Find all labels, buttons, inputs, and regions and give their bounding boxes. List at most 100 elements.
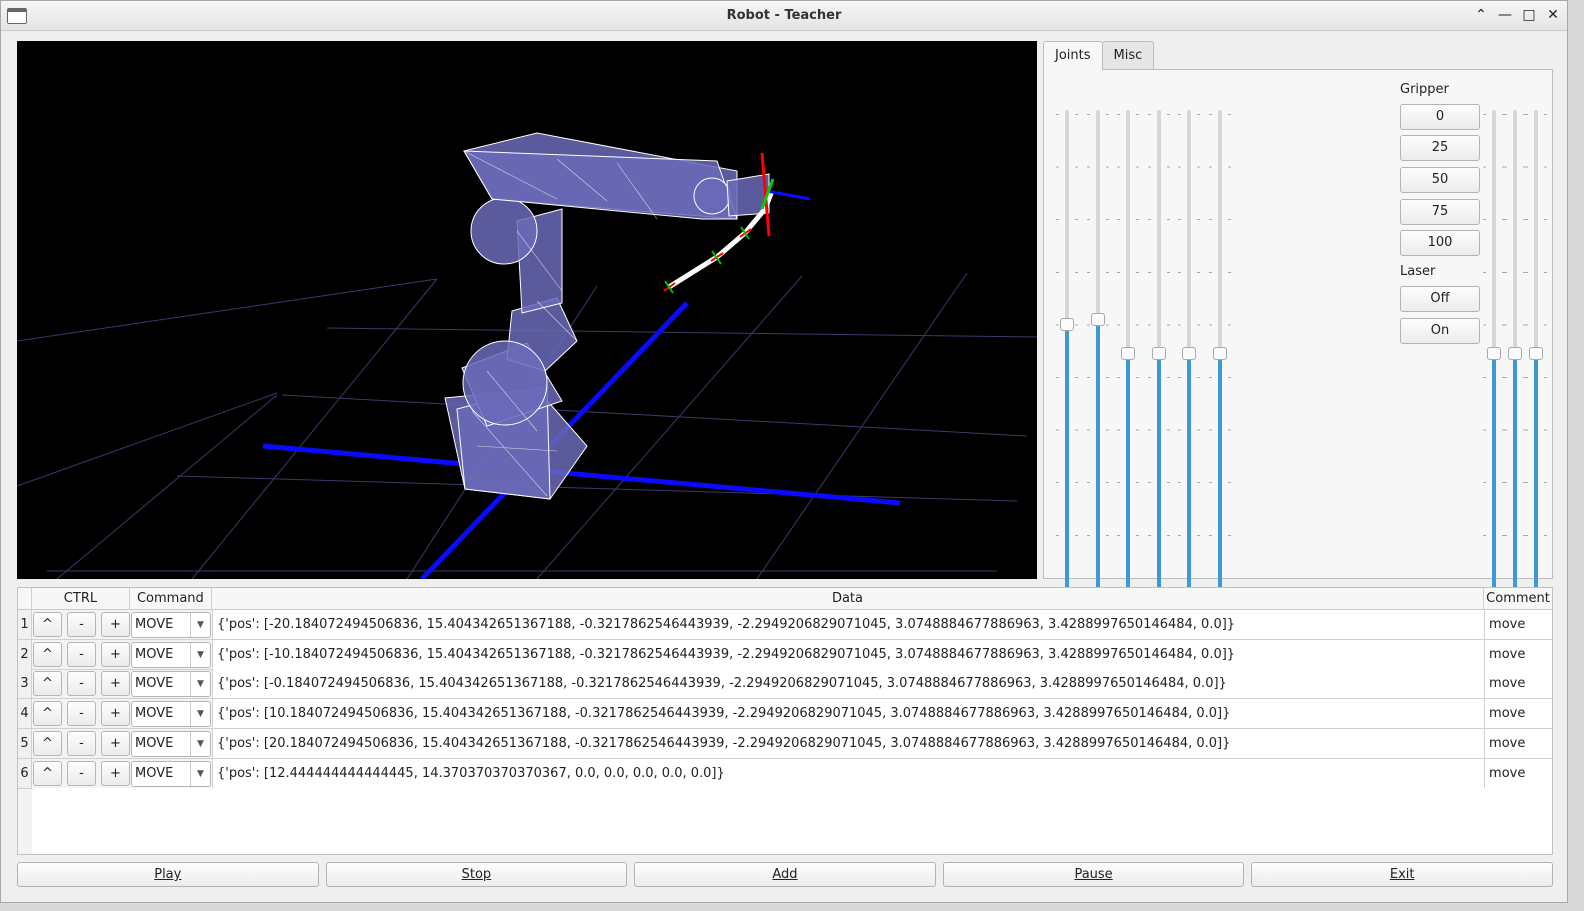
slider-handle[interactable]: [1508, 347, 1522, 360]
tab-misc[interactable]: Misc: [1101, 41, 1155, 69]
data-cell[interactable]: {'pos': [-10.184072494506836, 15.4043426…: [211, 639, 1485, 670]
command-select[interactable]: MOVE ▼: [130, 612, 211, 638]
slider-handle[interactable]: [1487, 347, 1501, 360]
insert-row-button[interactable]: +: [100, 730, 130, 756]
move-up-button[interactable]: ^: [32, 612, 62, 637]
chevron-down-icon[interactable]: ▼: [189, 642, 210, 667]
table-row[interactable]: 6 ^ - + MOVE ▼ {'pos': [12.444444444444445, 14…: [18, 758, 1552, 789]
maximize-icon[interactable]: □: [1521, 6, 1537, 24]
joint-slider-4[interactable]: [1147, 110, 1170, 596]
move-up-button[interactable]: ^: [32, 701, 62, 727]
command-select[interactable]: MOVE ▼: [130, 730, 211, 757]
comment-cell[interactable]: move: [1484, 610, 1552, 640]
minimize-icon[interactable]: —: [1497, 6, 1513, 24]
move-up-button[interactable]: ^: [32, 760, 62, 786]
close-icon[interactable]: ✕: [1545, 6, 1561, 24]
data-cell[interactable]: {'pos': [10.184072494506836, 15.40434265…: [211, 699, 1485, 730]
chevron-down-icon[interactable]: ▼: [189, 731, 210, 756]
aux-slider-1[interactable]: [1483, 110, 1505, 596]
tab-joints[interactable]: Joints: [1043, 41, 1103, 70]
table-row[interactable]: 5 ^ - + MOVE ▼ {'pos': [20.184072494506836, 15…: [18, 728, 1552, 759]
move-up-button[interactable]: ^: [32, 641, 62, 667]
comment-column-header[interactable]: Comment: [1484, 588, 1552, 610]
tool-z-axis: [766, 189, 811, 201]
chevron-down-icon[interactable]: ▼: [189, 613, 210, 637]
slider-fill: [1492, 353, 1496, 596]
command-select[interactable]: MOVE ▼: [130, 641, 211, 668]
row-ctrl-group: ^ - +: [31, 669, 130, 700]
add-button[interactable]: Add: [634, 862, 936, 887]
chevron-down-icon[interactable]: ▼: [189, 702, 210, 727]
pause-button[interactable]: Pause: [942, 862, 1245, 887]
slider-handle[interactable]: [1182, 347, 1197, 360]
slider-fill: [1095, 319, 1100, 596]
gripper-0-button[interactable]: 0: [1400, 104, 1480, 130]
chevron-down-icon[interactable]: ▼: [189, 672, 210, 697]
joint-slider-1[interactable]: [1056, 110, 1078, 596]
comment-cell[interactable]: move: [1484, 728, 1552, 759]
chevron-down-icon[interactable]: ▼: [189, 761, 210, 786]
data-cell[interactable]: {'pos': [20.184072494506836, 15.40434265…: [211, 728, 1485, 759]
joints-tab-content: Gripper 0 25 50 75 100 Laser Off On: [1043, 69, 1553, 596]
exit-button[interactable]: Exit: [1251, 862, 1553, 887]
insert-row-button[interactable]: +: [100, 612, 130, 637]
command-select[interactable]: MOVE ▼: [130, 760, 211, 787]
data-cell[interactable]: {'pos': [-0.184072494506836, 15.40434265…: [211, 669, 1485, 700]
slider-handle[interactable]: [1121, 347, 1136, 360]
insert-row-button[interactable]: +: [100, 641, 130, 667]
command-select[interactable]: MOVE ▼: [130, 671, 211, 698]
slider-handle[interactable]: [1529, 347, 1543, 360]
table-row[interactable]: 1 ^ - + MOVE ▼ {'pos': [-20.184072494506836, 1…: [18, 610, 1552, 640]
command-value: MOVE: [134, 765, 174, 781]
joint-slider-5[interactable]: [1178, 110, 1201, 596]
move-up-button[interactable]: ^: [32, 671, 62, 697]
command-value: MOVE: [134, 676, 174, 692]
remove-row-button[interactable]: -: [66, 641, 96, 667]
remove-row-button[interactable]: -: [66, 671, 96, 697]
remove-row-button[interactable]: -: [66, 701, 96, 727]
comment-cell[interactable]: move: [1484, 699, 1552, 730]
comment-cell[interactable]: move: [1484, 669, 1552, 700]
stop-button[interactable]: Stop: [325, 862, 628, 887]
command-select[interactable]: MOVE ▼: [130, 701, 211, 728]
slider-handle[interactable]: [1151, 347, 1166, 360]
window-title: Robot - Teacher: [726, 8, 842, 23]
ctrl-column-header[interactable]: CTRL: [32, 588, 130, 610]
remove-row-button[interactable]: -: [66, 730, 96, 756]
shade-icon[interactable]: ⌃: [1473, 6, 1489, 24]
comment-cell[interactable]: move: [1484, 758, 1552, 789]
move-up-button[interactable]: ^: [32, 730, 62, 756]
laser-off-button[interactable]: Off: [1400, 286, 1480, 312]
insert-row-button[interactable]: +: [100, 701, 130, 727]
table-row[interactable]: 4 ^ - + MOVE ▼ {'pos': [10.184072494506836, 15…: [18, 699, 1552, 730]
aux-slider-3[interactable]: [1525, 110, 1547, 596]
remove-row-button[interactable]: -: [66, 612, 96, 637]
insert-row-button[interactable]: +: [100, 671, 130, 697]
aux-slider-2[interactable]: [1504, 110, 1526, 596]
insert-row-button[interactable]: +: [100, 760, 130, 786]
joint-slider-6[interactable]: [1209, 110, 1231, 596]
data-cell[interactable]: {'pos': [-20.184072494506836, 15.4043426…: [211, 610, 1485, 640]
play-button[interactable]: Play: [17, 862, 319, 887]
joint-slider-3[interactable]: [1117, 110, 1140, 596]
gripper-50-button[interactable]: 50: [1400, 167, 1480, 193]
row-number: 6: [18, 758, 32, 789]
gripper-100-button[interactable]: 100: [1400, 230, 1480, 256]
comment-cell[interactable]: move: [1484, 639, 1552, 670]
slider-fill: [1187, 353, 1192, 596]
data-cell[interactable]: {'pos': [12.444444444444445, 14.37037037…: [211, 758, 1485, 789]
gripper-25-button[interactable]: 25: [1400, 135, 1480, 161]
joint-slider-2[interactable]: [1086, 110, 1109, 596]
command-column-header[interactable]: Command: [130, 588, 212, 610]
slider-handle[interactable]: [1213, 347, 1227, 360]
slider-handle[interactable]: [1060, 318, 1074, 331]
table-row[interactable]: 3 ^ - + MOVE ▼ {'pos': [-0.184072494506836, 15…: [18, 669, 1552, 700]
slider-fill: [1156, 353, 1161, 596]
slider-handle[interactable]: [1090, 313, 1105, 326]
data-column-header[interactable]: Data: [212, 588, 1485, 610]
robot-3d-viewport[interactable]: [17, 41, 1037, 579]
gripper-75-button[interactable]: 75: [1400, 199, 1480, 225]
remove-row-button[interactable]: -: [66, 760, 96, 786]
table-row[interactable]: 2 ^ - + MOVE ▼ {'pos': [-10.184072494506836, 1…: [18, 639, 1552, 670]
laser-on-button[interactable]: On: [1400, 318, 1480, 344]
